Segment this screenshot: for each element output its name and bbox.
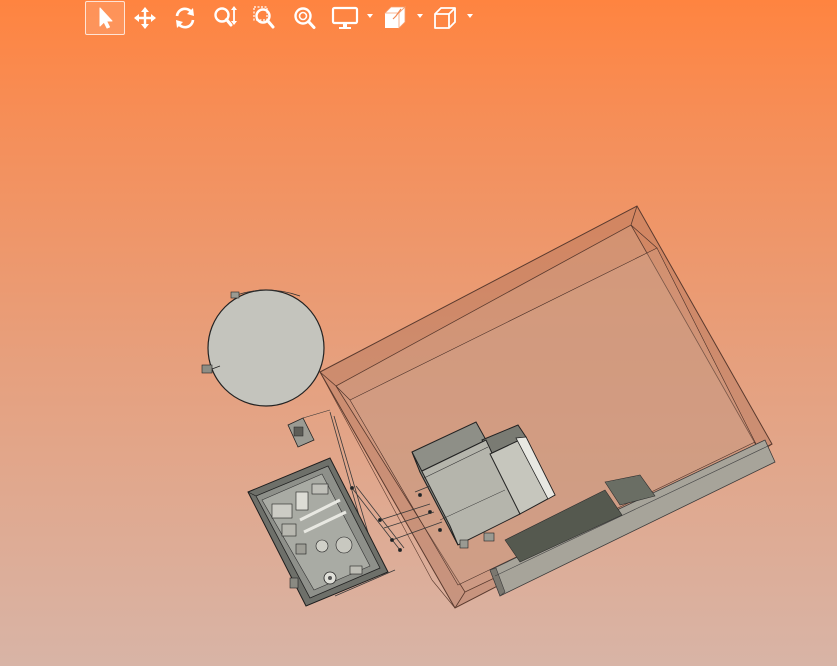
zoom-tool-button[interactable]	[205, 1, 245, 35]
box-outline-icon	[432, 5, 458, 31]
pan-tool-button[interactable]	[125, 1, 165, 35]
cursor-arrow-icon	[95, 6, 115, 30]
move-arrows-icon	[133, 6, 157, 30]
zoom-window-tool-button[interactable]	[245, 1, 285, 35]
small-bracket[interactable]	[287, 409, 331, 448]
chevron-down-icon	[467, 14, 473, 18]
monitor-icon	[331, 5, 359, 31]
chevron-down-icon	[417, 14, 423, 18]
select-tool-button[interactable]	[85, 1, 125, 35]
zoom-updown-icon	[212, 5, 238, 31]
display-mode-button[interactable]	[325, 1, 375, 35]
rotate-tool-button[interactable]	[165, 1, 205, 35]
projection-button[interactable]	[425, 1, 475, 35]
3d-viewport[interactable]	[0, 0, 837, 666]
viewer-toolbar	[85, 0, 475, 36]
zoom-fit-tool-button[interactable]	[285, 1, 325, 35]
view-cube-icon	[382, 5, 408, 31]
model-scene[interactable]	[0, 0, 837, 666]
rotate-icon	[172, 5, 198, 31]
zoom-fit-icon	[292, 5, 318, 31]
chevron-down-icon	[367, 14, 373, 18]
view-orientation-button[interactable]	[375, 1, 425, 35]
zoom-window-icon	[252, 5, 278, 31]
control-panel-board[interactable]	[247, 457, 389, 607]
tank-disc[interactable]	[201, 289, 325, 407]
